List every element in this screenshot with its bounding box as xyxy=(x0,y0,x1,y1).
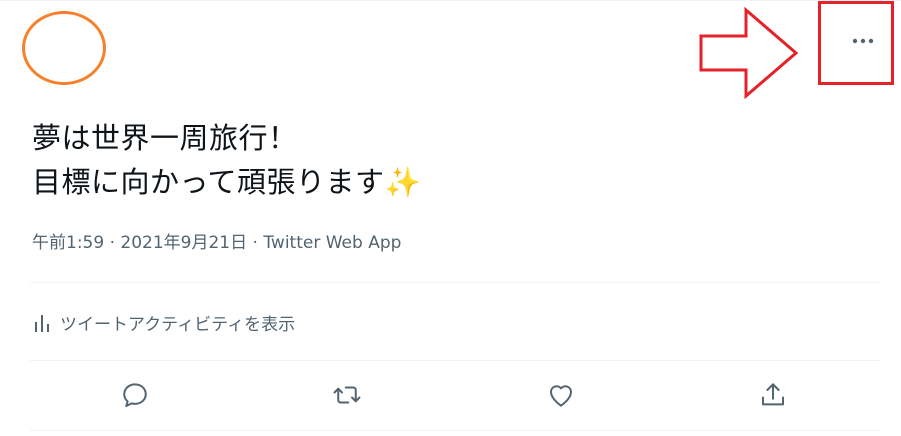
heart-icon xyxy=(550,385,572,407)
tweet-date-link[interactable]: 2021年9月21日 xyxy=(120,233,247,253)
top-border xyxy=(0,0,901,1)
tweet-meta: 午前1:59 · 2021年9月21日 · Twitter Web App xyxy=(32,228,401,258)
reply-button[interactable] xyxy=(118,378,152,412)
retweet-icon xyxy=(333,386,361,404)
like-button[interactable] xyxy=(544,378,578,412)
tweet-text-line1: 夢は世界一周旅行！ xyxy=(32,121,298,155)
meta-separator: · xyxy=(104,233,121,253)
divider xyxy=(30,360,880,361)
avatar-annotation-circle xyxy=(22,11,106,85)
tweet-text: 夢は世界一周旅行！ 目標に向かって頑張ります✨ xyxy=(32,116,421,204)
activity-label: ツイートアクティビティを表示 xyxy=(60,314,296,335)
meta-separator: · xyxy=(247,233,264,253)
tweet-source-link[interactable]: Twitter Web App xyxy=(263,233,401,253)
reply-icon xyxy=(123,383,147,407)
retweet-button[interactable] xyxy=(330,378,364,412)
view-tweet-activity-link[interactable]: ツイートアクティビティを表示 xyxy=(32,305,295,339)
divider xyxy=(30,282,880,283)
tweet-time-link[interactable]: 午前1:59 xyxy=(32,233,104,253)
tweet-action-bar xyxy=(0,370,901,420)
tweet-text-line2: 目標に向かって頑張ります xyxy=(32,165,385,199)
bottom-border xyxy=(30,430,880,431)
highlight-annotation-box xyxy=(818,1,894,85)
sparkles-emoji-icon: ✨ xyxy=(384,165,422,199)
bar-chart-icon xyxy=(35,315,49,332)
share-button[interactable] xyxy=(756,378,790,412)
arrow-annotation-icon xyxy=(699,6,799,100)
share-icon xyxy=(762,383,784,406)
